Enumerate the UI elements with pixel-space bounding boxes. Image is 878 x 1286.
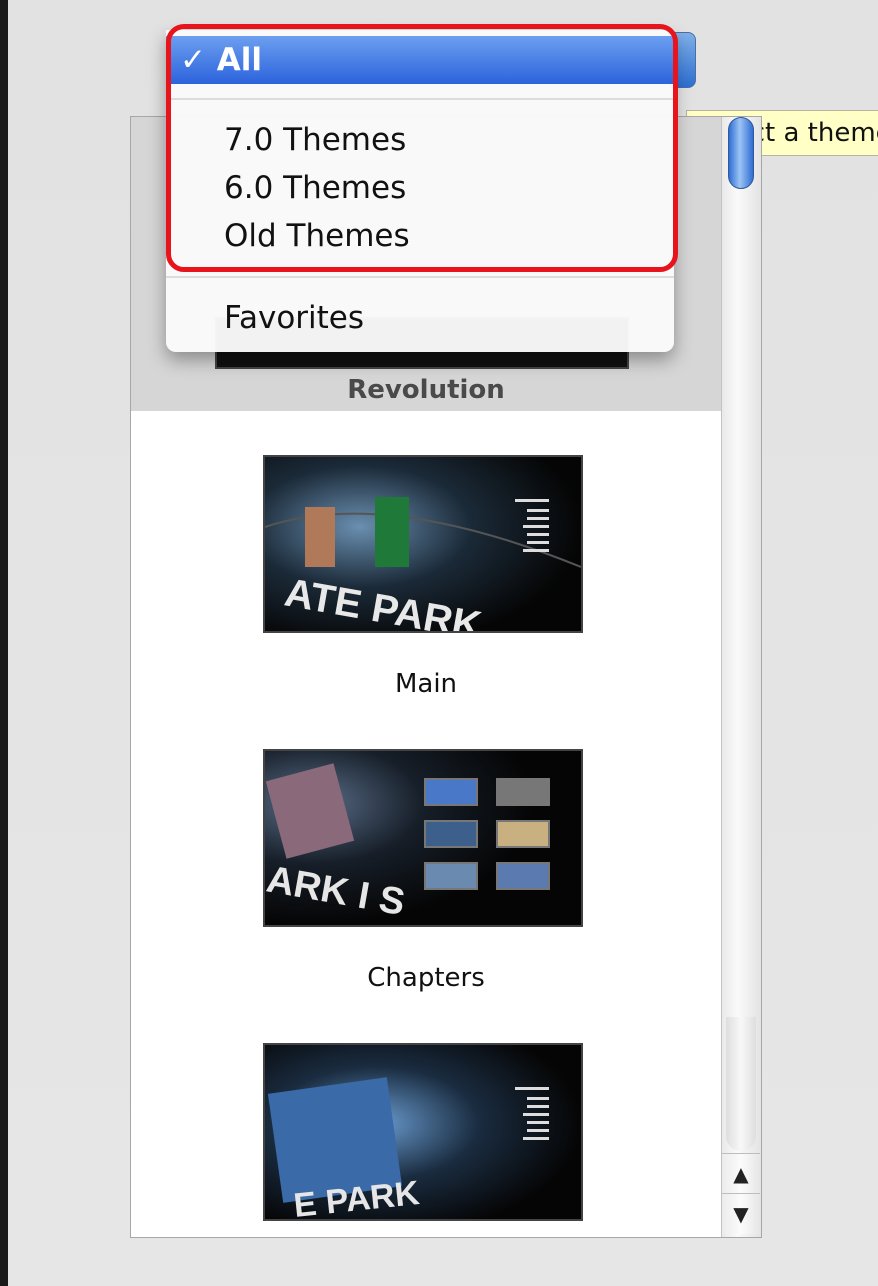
theme-thumbnail-submenu[interactable]: E PARK [263,1043,583,1221]
window-edge [0,0,8,1286]
submenu-preview-image: E PARK [265,1045,581,1219]
theme-label-chapters: Chapters [367,963,485,993]
annotation-highlight-box [166,24,678,272]
main-preview-image: ATE PARK [265,457,581,631]
chapters-preview-image: ARK I S [265,751,581,925]
theme-thumbnail-chapters[interactable]: ARK I S [263,749,583,927]
scroll-thumb[interactable] [728,117,754,189]
scroll-track-end [726,1017,756,1151]
vertical-scrollbar[interactable]: ▲ ▼ [721,117,761,1237]
theme-thumbnail-main[interactable]: ATE PARK [263,455,583,633]
scroll-down-arrow-icon[interactable]: ▼ [722,1193,760,1234]
menu-item-favorites[interactable]: Favorites [166,294,674,342]
scroll-up-arrow-icon[interactable]: ▲ [722,1153,760,1194]
theme-name-revolution: Revolution [347,375,505,405]
menu-separator [166,276,674,278]
theme-label-main: Main [394,669,458,699]
